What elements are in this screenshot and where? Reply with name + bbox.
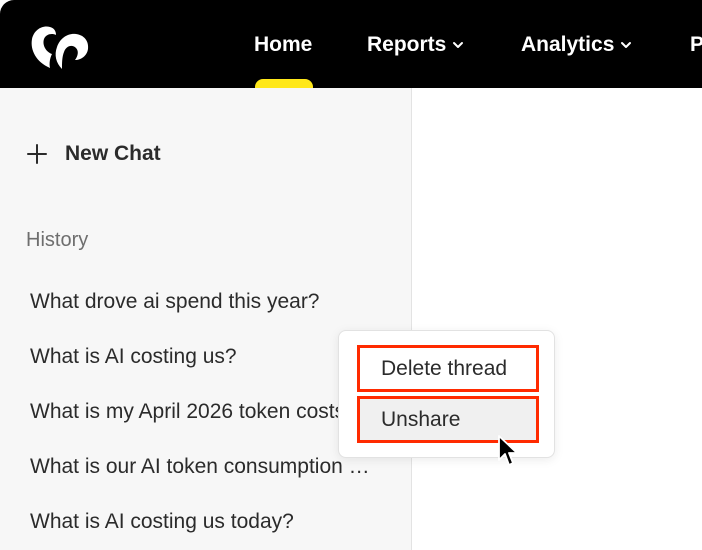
nav-analytics-label: Analytics [521, 33, 615, 56]
new-chat-label: New Chat [65, 142, 161, 165]
nav-analytics[interactable]: Analytics [521, 32, 632, 58]
nav-reports[interactable]: Reports [367, 32, 464, 58]
delete-thread-menu-item[interactable]: Delete thread [357, 345, 539, 392]
nav-item-truncated-label: P [690, 33, 702, 56]
nav-item-truncated[interactable]: P [690, 32, 702, 58]
top-nav-bar: Home Reports Analytics P [0, 0, 702, 93]
nav-home-label: Home [254, 33, 313, 56]
nav-reports-label: Reports [367, 33, 447, 56]
chat-sidebar: New Chat History What drove ai spend thi… [0, 88, 412, 550]
history-item-label: What is our AI token consumption this mo… [30, 454, 370, 478]
new-chat-button[interactable]: New Chat [26, 140, 161, 168]
history-item[interactable]: What is AI costing us today? [0, 494, 411, 549]
history-item-label: What is AI costing us today? [30, 509, 294, 533]
nav-home[interactable]: Home [254, 32, 312, 58]
thread-context-menu: Delete thread Unshare [338, 330, 555, 458]
chevron-down-icon [621, 42, 632, 48]
history-item-label: What drove ai spend this year? [30, 289, 320, 313]
history-item-label: What is my April 2026 token costs? [30, 399, 357, 423]
mouse-pointer-icon [498, 435, 518, 466]
history-heading: History [26, 229, 89, 251]
app-logo-icon[interactable] [28, 22, 92, 72]
history-item[interactable]: What drove ai spend this year? [0, 274, 411, 329]
plus-icon [26, 143, 48, 165]
history-item-label: What is AI costing us? [30, 344, 237, 368]
chevron-down-icon [453, 42, 464, 48]
